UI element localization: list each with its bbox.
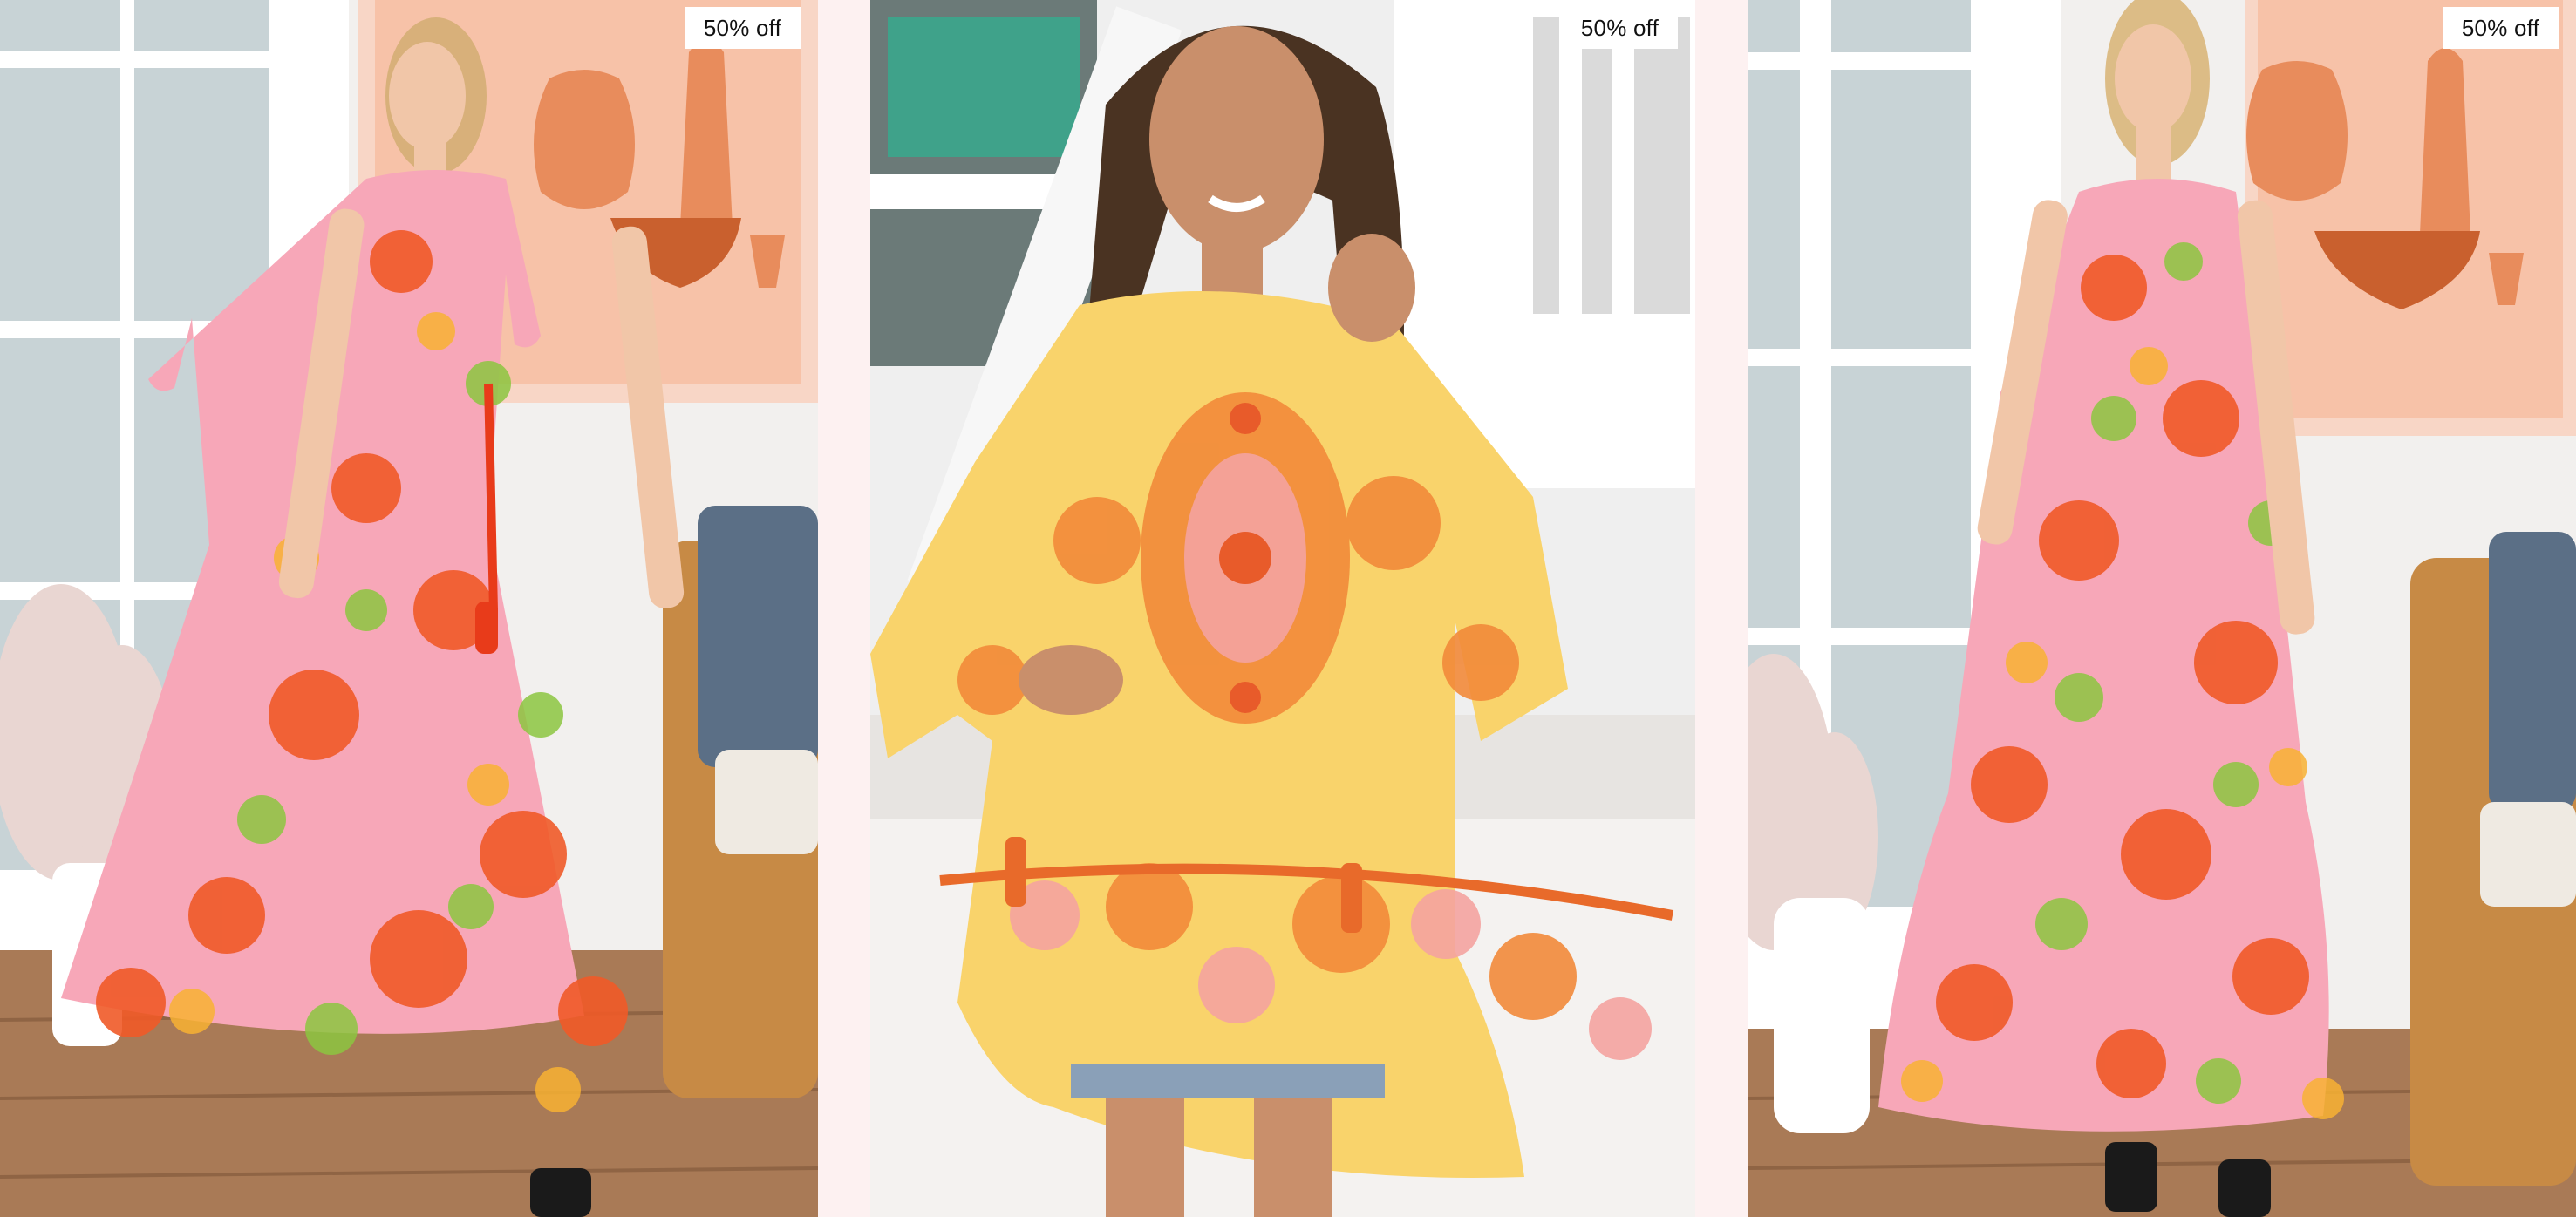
- product-card[interactable]: 50% off: [1748, 0, 2576, 1217]
- product-image[interactable]: [0, 0, 818, 1217]
- product-card[interactable]: 50% off: [0, 0, 818, 1217]
- product-grid: 50% off 50% off 50% off: [0, 0, 2576, 1217]
- product-image[interactable]: [1748, 0, 2576, 1217]
- product-card[interactable]: 50% off: [870, 0, 1695, 1217]
- discount-badge: 50% off: [1561, 7, 1678, 49]
- discount-badge: 50% off: [2442, 7, 2559, 49]
- discount-badge: 50% off: [684, 7, 801, 49]
- product-image[interactable]: [870, 0, 1695, 1217]
